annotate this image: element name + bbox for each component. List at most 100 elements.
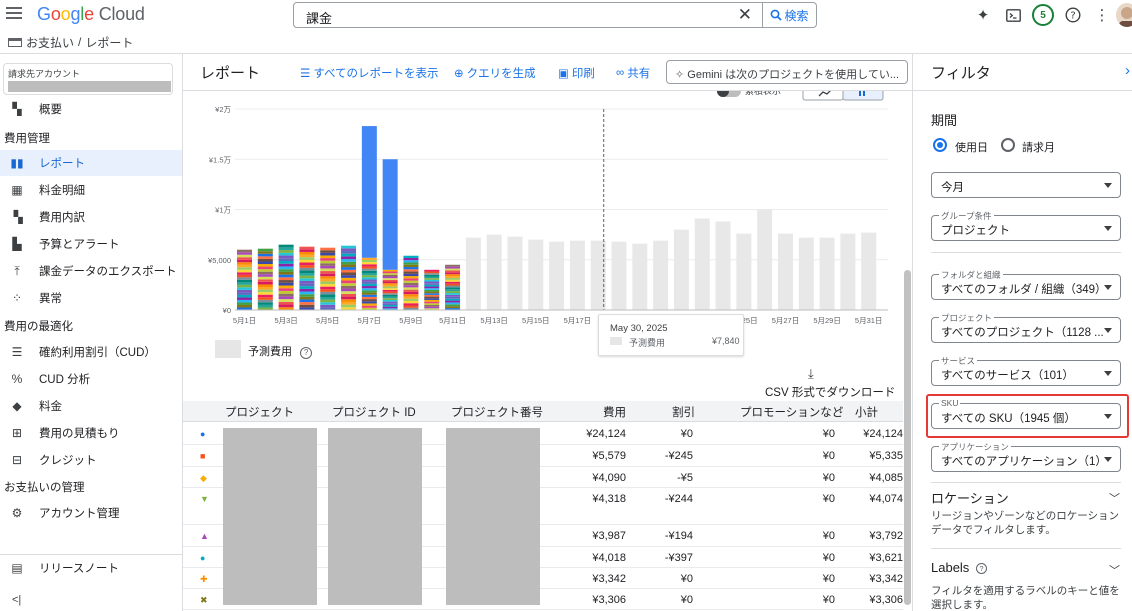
sidebar-item-pricing[interactable]: ◆ 料金	[0, 393, 182, 419]
hamburger-menu-icon[interactable]	[6, 7, 22, 21]
clear-search-icon[interactable]: ✕	[738, 5, 752, 25]
search-button[interactable]: 検索	[763, 2, 817, 28]
generate-query-button[interactable]: ⊕ クエリを生成	[454, 65, 536, 81]
sidebar-item-release-notes[interactable]: ▤ リリースノート	[0, 555, 182, 581]
column-subtotal[interactable]: 小計	[855, 404, 878, 420]
bar-segment	[257, 302, 273, 305]
bar-segment	[237, 262, 252, 265]
print-button[interactable]: ▣ 印刷	[558, 65, 595, 81]
x-tick-label: 5月31日	[855, 316, 883, 325]
folder-org-select[interactable]: フォルダと組織 すべてのフォルダ / 組織（349）	[931, 269, 1121, 300]
bar-segment	[382, 271, 398, 274]
chevron-down-icon[interactable]: ﹀	[1109, 562, 1120, 578]
cloud-shell-icon[interactable]	[1003, 5, 1023, 25]
sidebar-item-billing-export[interactable]: ⤒ 課金データのエクスポート	[0, 258, 182, 284]
bar-segment	[361, 292, 377, 295]
radio-invoice-month[interactable]	[1001, 138, 1015, 152]
breadcrumb-billing[interactable]: お支払い	[26, 34, 74, 51]
sidebar-item-anomalies[interactable]: ⁘ 異常	[0, 285, 182, 311]
cell-subtotal: ¥3,792	[869, 530, 903, 542]
column-project-id[interactable]: プロジェクト ID	[332, 404, 416, 420]
chevron-down-icon[interactable]: ﹀	[1109, 490, 1120, 506]
help-icon[interactable]: ?	[300, 347, 313, 359]
labels-description: フィルタを適用するラベルのキーと値を選択します。	[931, 585, 1120, 611]
dropdown-arrow-icon	[1104, 285, 1112, 290]
sidebar-item-cud[interactable]: ☰ 確約利用割引（CUD）	[0, 339, 182, 365]
sidebar-item-label: クレジット	[39, 455, 97, 467]
bar-segment	[278, 263, 294, 267]
project-select[interactable]: プロジェクト すべてのプロジェクト（1128 ...	[931, 312, 1121, 343]
column-discount[interactable]: 割引	[672, 404, 695, 420]
labels-section-title[interactable]: Labels ?	[931, 560, 987, 575]
bar-segment	[424, 288, 440, 290]
share-button[interactable]: ∞ 共有	[616, 65, 650, 81]
bar-chart-icon	[863, 91, 865, 96]
legend-forecast-label[interactable]: 予測費用 ?	[248, 343, 313, 359]
avatar[interactable]	[1116, 3, 1132, 27]
bar-segment	[278, 269, 294, 272]
download-icon[interactable]: ⤓	[808, 366, 814, 382]
period-select[interactable]: 今月	[931, 172, 1121, 198]
service-select[interactable]: サービス すべてのサービス（101）	[931, 355, 1121, 386]
cell-subtotal: ¥3,621	[869, 552, 903, 564]
bar-segment	[257, 261, 273, 265]
gemini-prompt-input[interactable]: ✧ Gemini は次のプロジェクトを使用してい...	[666, 60, 908, 84]
bar-segment	[299, 278, 315, 281]
y-tick-label: ¥1.5万	[209, 155, 232, 164]
bar-segment	[361, 283, 377, 287]
application-select[interactable]: アプリケーション すべてのアプリケーション（1）	[931, 441, 1121, 472]
bar-segment	[299, 283, 315, 287]
view-all-reports-button[interactable]: ☰ すべてのレポートを表示	[300, 65, 439, 81]
bar-segment	[278, 258, 294, 262]
select-value: すべてのサービス（101）	[941, 370, 1074, 382]
notifications-badge[interactable]: 5	[1032, 4, 1054, 26]
bar-segment	[361, 286, 377, 289]
column-cost[interactable]: 費用	[603, 404, 626, 420]
google-cloud-logo[interactable]: Google Cloud	[37, 4, 145, 25]
download-csv-button[interactable]: CSV 形式でダウンロード	[765, 384, 895, 400]
sidebar-item-reports[interactable]: ▮▮ レポート	[0, 150, 182, 176]
forecast-bar	[569, 240, 585, 310]
collapse-sidebar-icon[interactable]: <|	[12, 594, 21, 606]
more-vert-icon[interactable]: ⋮	[1092, 5, 1112, 25]
bar-segment	[237, 297, 252, 300]
location-section-title[interactable]: ロケーション	[931, 488, 1009, 507]
legend-forecast-swatch[interactable]	[215, 340, 241, 358]
bar-segment	[424, 304, 440, 307]
sidebar-item-account-management[interactable]: ⚙ アカウント管理	[0, 500, 182, 526]
bar-segment	[445, 287, 461, 290]
sidebar-item-budgets[interactable]: ▙ 予算とアラート	[0, 231, 182, 257]
bar-segment	[237, 299, 252, 303]
bar-segment	[237, 249, 252, 253]
sidebar-item-cost-breakdown[interactable]: ▝▖ 費用内訳	[0, 204, 182, 230]
main-scrollbar[interactable]	[904, 270, 911, 605]
sidebar-item-estimates[interactable]: ⊞ 費用の見積もり	[0, 420, 182, 446]
billing-account-selector[interactable]: 請求先アカウント	[3, 63, 173, 95]
sidebar-item-credits[interactable]: ⊟ クレジット	[0, 447, 182, 473]
sidebar-item-label: 予算とアラート	[39, 239, 120, 251]
radio-usage-date-label[interactable]: 使用日	[955, 139, 988, 155]
bar-segment	[403, 257, 419, 261]
search-input[interactable]: 課金 ✕	[293, 2, 763, 28]
sidebar-item-cud-analysis[interactable]: % CUD 分析	[0, 366, 182, 392]
bar-segment	[299, 254, 315, 258]
bar-segment	[320, 278, 336, 282]
help-icon[interactable]: ?	[1063, 5, 1083, 25]
radio-usage-date[interactable]	[933, 138, 947, 152]
column-project[interactable]: プロジェクト	[225, 404, 294, 420]
sidebar-item-cost-table[interactable]: ▦ 料金明細	[0, 177, 182, 203]
bar-segment	[382, 286, 398, 289]
help-icon[interactable]: ?	[975, 563, 987, 574]
group-by-select[interactable]: グループ条件 プロジェクト	[931, 210, 1121, 241]
sidebar-item-overview[interactable]: ▚ 概要	[0, 96, 182, 122]
list-icon: ☰	[300, 68, 311, 80]
column-promotions[interactable]: プロモーションなど	[740, 404, 843, 420]
bar-segment	[403, 276, 419, 279]
sort-arrow-icon[interactable]: ↓	[838, 404, 844, 416]
chevron-right-icon[interactable]: ›	[1125, 62, 1130, 79]
radio-invoice-month-label[interactable]: 請求月	[1022, 139, 1055, 155]
gemini-spark-icon[interactable]: ✦	[973, 5, 993, 25]
column-project-number[interactable]: プロジェクト番号	[451, 404, 543, 420]
cell-subtotal: ¥5,335	[869, 450, 903, 462]
link-icon: ∞	[616, 67, 625, 79]
